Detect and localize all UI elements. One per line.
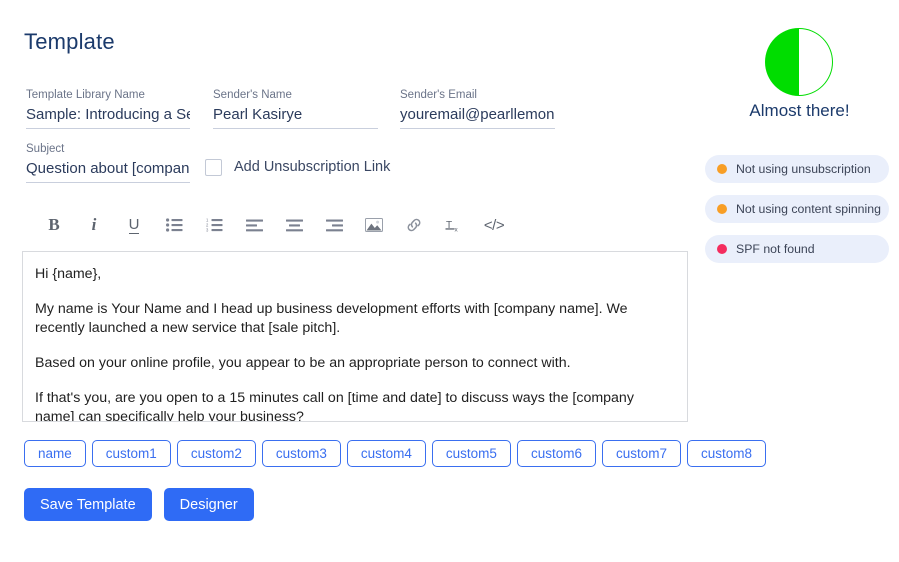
status-badge-label: Not using unsubscription xyxy=(736,162,871,176)
status-badge: Not using content spinning xyxy=(705,195,889,223)
subject-input[interactable]: Question about [compan xyxy=(26,159,190,178)
bulleted-list-icon[interactable] xyxy=(154,208,194,242)
editor-paragraph: My name is Your Name and I head up busin… xyxy=(35,301,628,336)
status-badge: Not using unsubscription xyxy=(705,155,889,183)
template-library-name-field[interactable]: Template Library Name Sample: Introducin… xyxy=(26,88,190,129)
editor-paragraph: Based on your online profile, you appear… xyxy=(35,355,571,371)
status-dot-icon xyxy=(717,244,727,254)
add-unsubscription-link-checkbox[interactable] xyxy=(205,159,222,176)
score-caption: Almost there! xyxy=(749,101,850,120)
status-dot-icon xyxy=(717,164,727,174)
subject-field[interactable]: Subject Question about [compan xyxy=(26,142,190,183)
template-library-name-input[interactable]: Sample: Introducing a Se xyxy=(26,105,190,124)
score-gauge xyxy=(764,27,834,97)
status-badge: SPF not found xyxy=(705,235,889,263)
tag-button-custom4[interactable]: custom4 xyxy=(346,440,426,467)
rich-text-toolbar: B i U 1 2 3 T x </> xyxy=(34,207,514,243)
sender-name-input[interactable]: Pearl Kasirye xyxy=(213,105,378,124)
italic-icon[interactable]: i xyxy=(74,208,114,242)
tag-button-name[interactable]: name xyxy=(24,440,86,467)
svg-text:3: 3 xyxy=(206,228,209,232)
clear-formatting-icon[interactable]: T x xyxy=(434,208,474,242)
editor-paragraph: Hi {name}, xyxy=(35,266,102,282)
template-editor-pane: Template Template Library Name Sample: I… xyxy=(0,0,767,562)
sender-email-input[interactable]: youremail@pearllemon.c xyxy=(400,105,555,124)
underline-icon[interactable]: U xyxy=(114,208,154,242)
designer-button[interactable]: Designer xyxy=(163,488,254,521)
align-center-icon[interactable] xyxy=(274,208,314,242)
tag-button-custom3[interactable]: custom3 xyxy=(261,440,341,467)
add-unsubscription-link-row[interactable]: Add Unsubscription Link xyxy=(205,159,390,176)
tag-button-custom1[interactable]: custom1 xyxy=(91,440,171,467)
sender-name-label: Sender's Name xyxy=(213,89,292,101)
bold-icon[interactable]: B xyxy=(34,208,74,242)
image-icon[interactable] xyxy=(354,208,394,242)
email-body-editor[interactable]: Hi {name}, My name is Your Name and I he… xyxy=(22,251,688,422)
page-title: Template xyxy=(24,29,115,54)
tag-button-custom5[interactable]: custom5 xyxy=(431,440,511,467)
tag-button-custom7[interactable]: custom7 xyxy=(601,440,681,467)
sender-email-field[interactable]: Sender's Email youremail@pearllemon.c xyxy=(400,88,555,129)
status-badge-label: SPF not found xyxy=(736,242,815,256)
sender-name-field[interactable]: Sender's Name Pearl Kasirye xyxy=(213,88,378,129)
tag-button-custom2[interactable]: custom2 xyxy=(176,440,256,467)
status-dot-icon xyxy=(717,204,727,214)
status-badge-label: Not using content spinning xyxy=(736,202,881,216)
save-template-button[interactable]: Save Template xyxy=(24,488,152,521)
code-view-icon[interactable]: </> xyxy=(474,208,514,242)
score-panel: Almost there! Not using unsubscription N… xyxy=(700,0,899,562)
numbered-list-icon[interactable]: 1 2 3 xyxy=(194,208,234,242)
status-badge-list: Not using unsubscription Not using conte… xyxy=(705,155,889,263)
sender-email-label: Sender's Email xyxy=(400,89,477,101)
variable-tag-row: name custom1 custom2 custom3 custom4 cus… xyxy=(24,440,767,467)
template-library-name-label: Template Library Name xyxy=(26,89,145,101)
align-left-icon[interactable] xyxy=(234,208,274,242)
add-unsubscription-link-label: Add Unsubscription Link xyxy=(234,159,391,175)
tag-button-custom6[interactable]: custom6 xyxy=(516,440,596,467)
svg-text:x: x xyxy=(454,226,458,232)
editor-paragraph: If that's you, are you open to a 15 minu… xyxy=(35,390,634,422)
action-button-row: Save Template Designer xyxy=(24,488,254,521)
align-right-icon[interactable] xyxy=(314,208,354,242)
link-icon[interactable] xyxy=(394,208,434,242)
subject-label: Subject xyxy=(26,143,65,155)
